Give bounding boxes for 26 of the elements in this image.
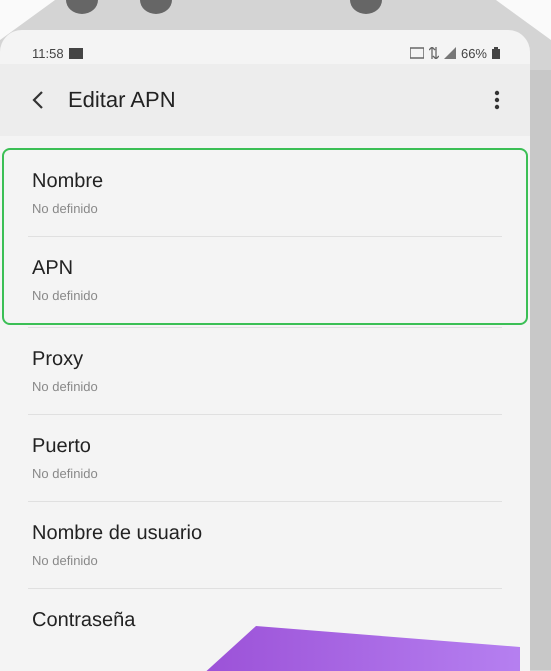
setting-value: No definido xyxy=(32,553,98,568)
apn-setting-item[interactable]: Nombre No definido xyxy=(28,150,108,236)
data-arrows-icon xyxy=(428,47,439,59)
setting-value: No definido xyxy=(32,466,98,481)
apn-setting-item[interactable]: Proxy No definido xyxy=(28,328,102,414)
setting-value: No definido xyxy=(32,379,98,394)
setting-title: Contraseña xyxy=(32,609,136,632)
setting-title: APN xyxy=(32,257,74,280)
battery-percent: 66% xyxy=(460,46,487,60)
setting-title: Nombre xyxy=(32,170,104,193)
apn-setting-item[interactable]: Contraseña xyxy=(28,589,140,652)
signal-icon xyxy=(444,47,456,59)
apn-setting-item[interactable]: Nombre de usuario No definido xyxy=(28,502,206,588)
setting-title: Puerto xyxy=(32,435,91,458)
screen-title: Editar APN xyxy=(68,87,177,113)
apn-setting-item[interactable]: Puerto No definido xyxy=(28,415,102,501)
setting-title: Proxy xyxy=(32,348,84,371)
status-time: 11:58 xyxy=(32,46,64,60)
back-icon[interactable] xyxy=(30,89,46,111)
setting-title: Nombre de usuario xyxy=(32,522,202,545)
setting-value: No definido xyxy=(32,288,98,303)
image-icon xyxy=(68,48,83,58)
battery-icon xyxy=(492,47,500,59)
setting-value: No definido xyxy=(32,201,98,216)
more-options-icon[interactable] xyxy=(494,90,500,110)
apn-setting-item[interactable]: APN No definido xyxy=(28,237,102,323)
